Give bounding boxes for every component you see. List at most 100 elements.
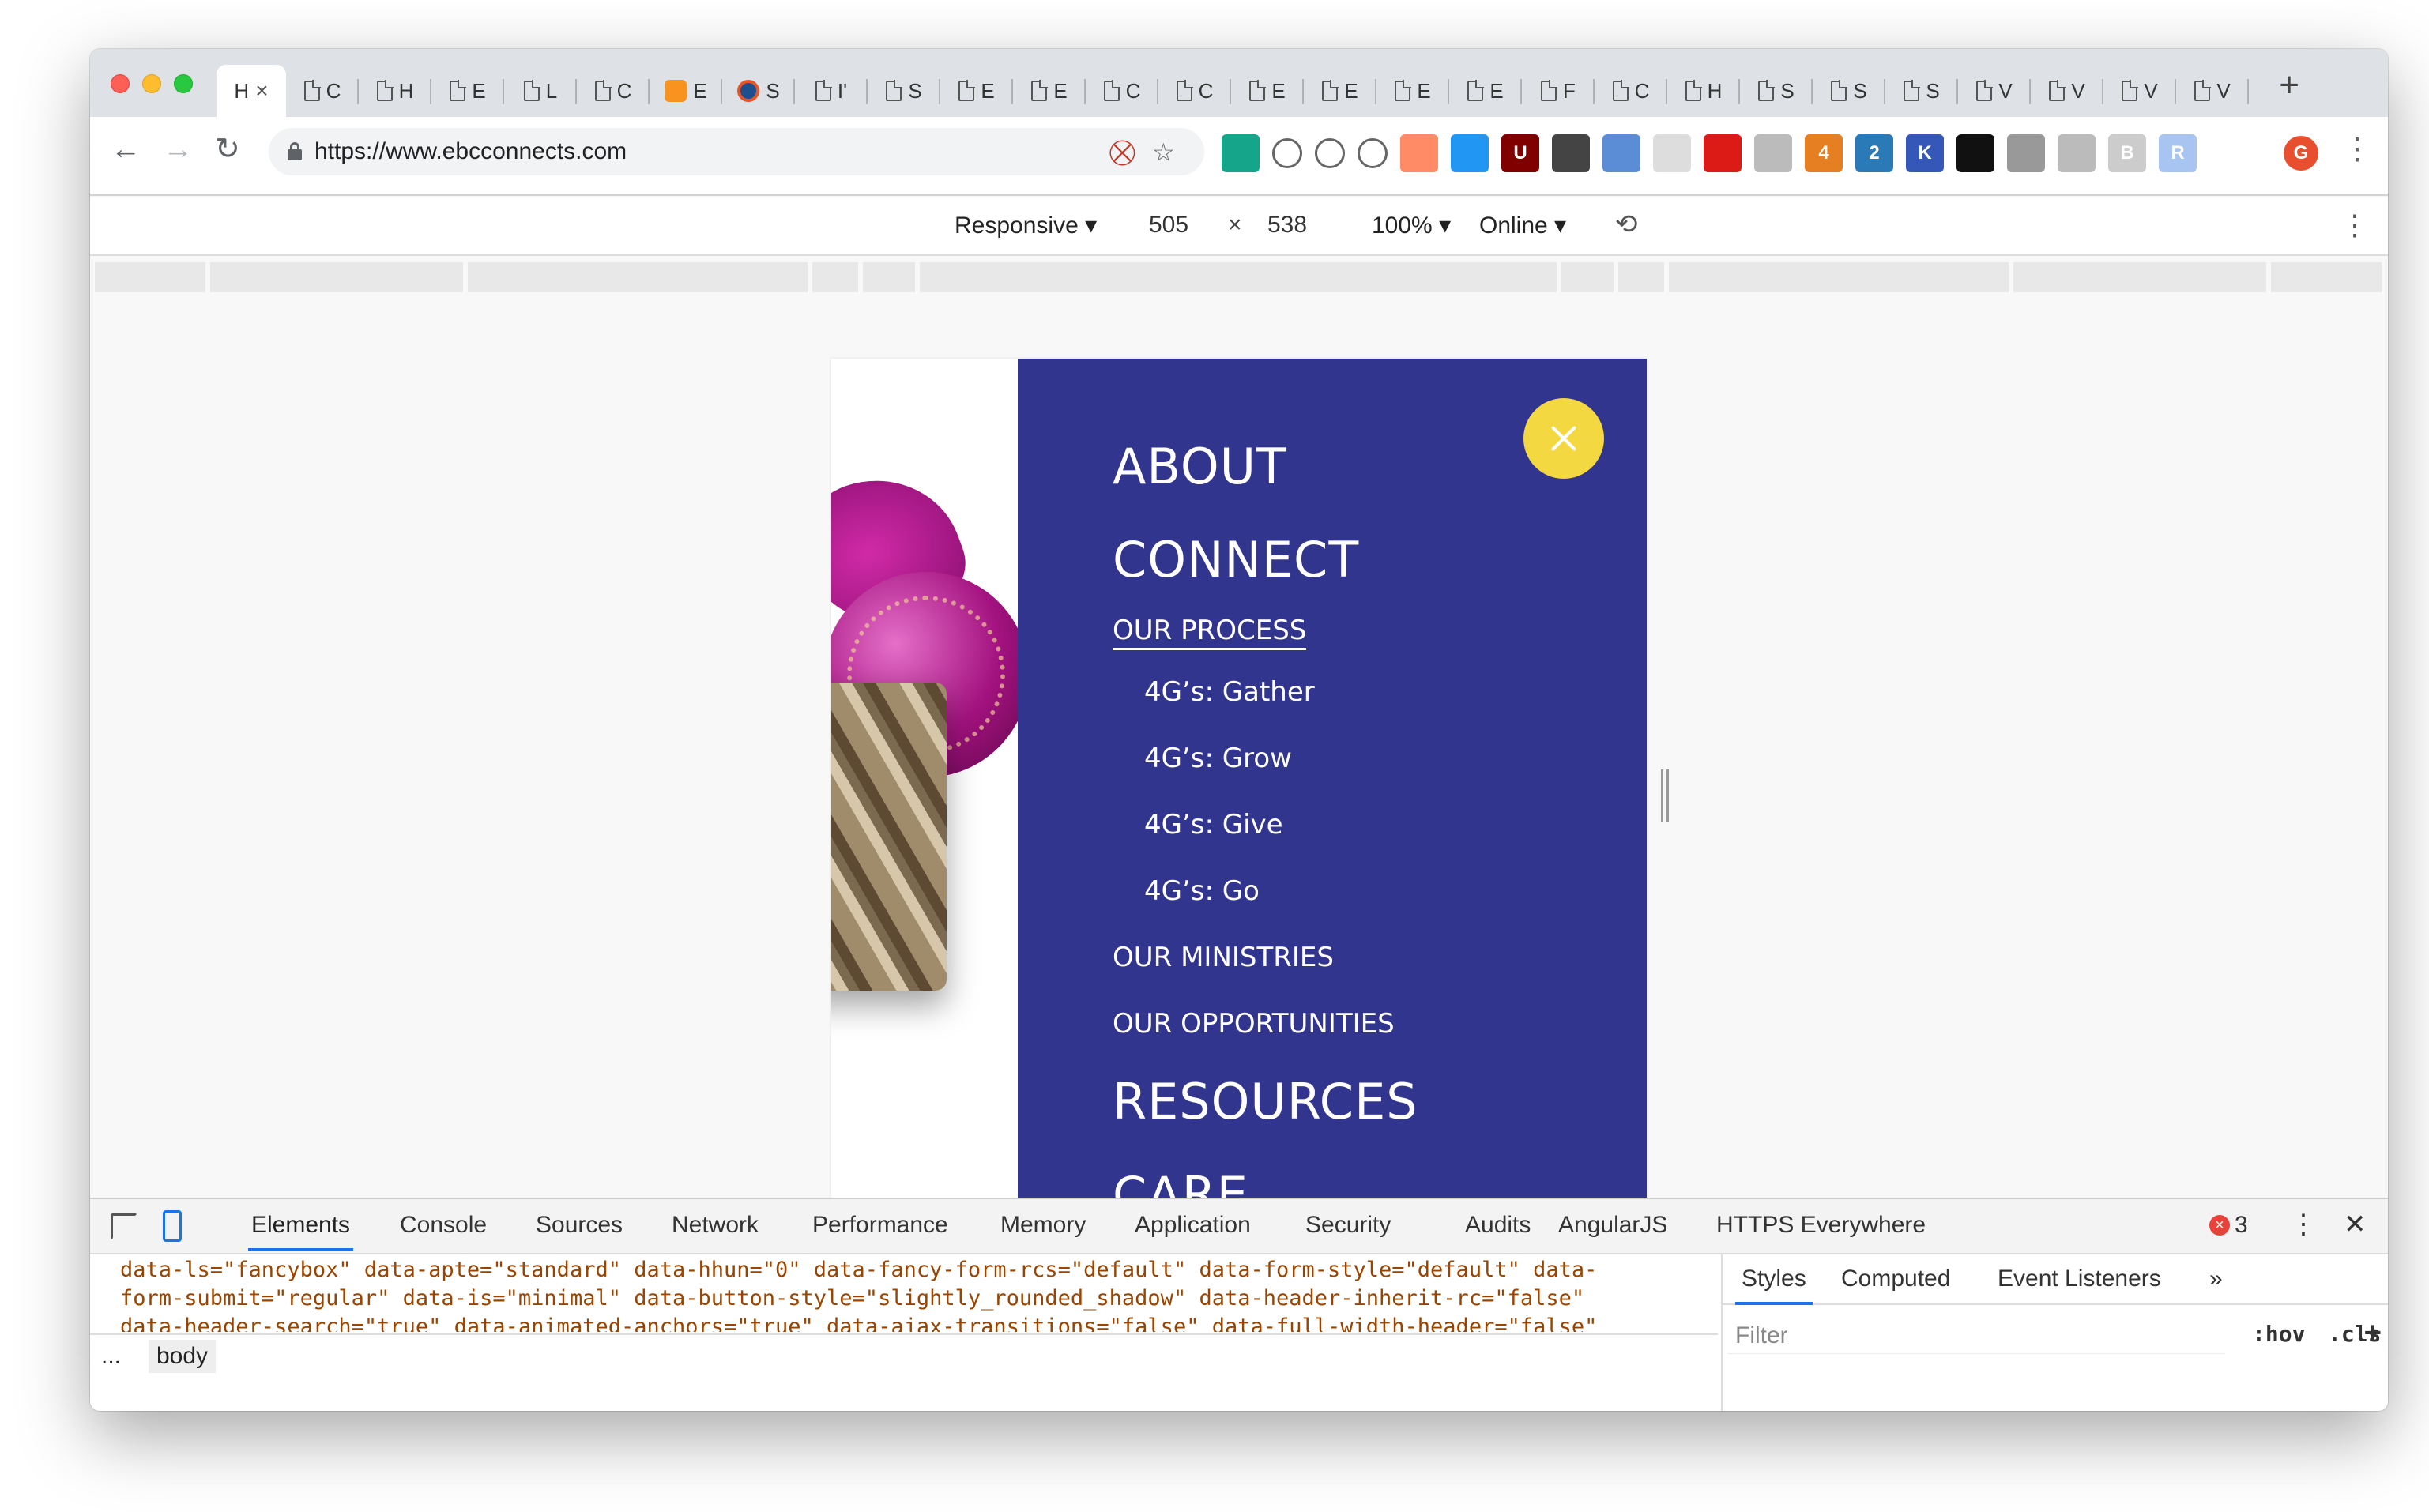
- devtools-tab-memory[interactable]: Memory: [1000, 1212, 1086, 1239]
- tab-active[interactable]: H ×: [217, 65, 286, 117]
- menu-item-resources[interactable]: RESOURCES: [1113, 1073, 1418, 1130]
- tab-9[interactable]: S: [868, 65, 940, 117]
- new-tab-button[interactable]: +: [2279, 68, 2299, 103]
- forward-arrow-icon[interactable]: →: [163, 134, 193, 164]
- extension-orange-icon[interactable]: [1400, 134, 1438, 172]
- k-icon[interactable]: K: [1906, 134, 1944, 172]
- close-window-button[interactable]: [111, 74, 130, 93]
- extension-grey-icon[interactable]: [1754, 134, 1792, 172]
- menu-item-give[interactable]: 4G’s: Give: [1144, 809, 1283, 841]
- tab-4[interactable]: L: [504, 65, 577, 117]
- angular-icon[interactable]: [1704, 134, 1742, 172]
- devtools-tab-console[interactable]: Console: [400, 1212, 487, 1239]
- media-query-segment[interactable]: [95, 262, 205, 292]
- tab-7[interactable]: S: [722, 65, 795, 117]
- tab-17[interactable]: E: [1449, 65, 1522, 117]
- tab-6[interactable]: E: [650, 65, 722, 117]
- width-input[interactable]: 505: [1141, 207, 1228, 245]
- extension-r-icon[interactable]: R: [2159, 134, 2197, 172]
- media-query-segment[interactable]: [210, 262, 463, 292]
- wordpress-icon[interactable]: [1315, 138, 1345, 168]
- device-options-icon[interactable]: ⋮: [2341, 209, 2369, 242]
- tab-19[interactable]: C: [1595, 65, 1667, 117]
- chat-icon[interactable]: [2058, 134, 2096, 172]
- extension-circle-icon[interactable]: [1602, 134, 1640, 172]
- maximize-window-button[interactable]: [174, 74, 193, 93]
- bookmark-star-icon[interactable]: ☆: [1152, 137, 1175, 167]
- height-input[interactable]: 538: [1260, 207, 1346, 245]
- tab-25[interactable]: V: [2031, 65, 2103, 117]
- media-query-segment[interactable]: [1618, 262, 1664, 292]
- styles-tab-event-listeners[interactable]: Event Listeners: [1998, 1266, 2161, 1292]
- zoom-select[interactable]: 100% ▾: [1372, 212, 1451, 239]
- devtools-tab-security[interactable]: Security: [1305, 1212, 1391, 1239]
- close-menu-button[interactable]: [1523, 398, 1604, 479]
- extension-black-icon[interactable]: [1956, 134, 1994, 172]
- breadcrumb-body[interactable]: body: [149, 1340, 217, 1373]
- tab-14[interactable]: E: [1231, 65, 1304, 117]
- tab-26[interactable]: V: [2103, 65, 2176, 117]
- tab-1[interactable]: C: [286, 65, 359, 117]
- camera-icon[interactable]: [2007, 134, 2045, 172]
- devtools-tab-application[interactable]: Application: [1135, 1212, 1251, 1239]
- new-style-rule-button[interactable]: +: [2364, 1316, 2382, 1348]
- tab-23[interactable]: S: [1885, 65, 1958, 117]
- right-resize-handle[interactable]: [1661, 769, 1669, 822]
- devtools-tab-sources[interactable]: Sources: [536, 1212, 623, 1239]
- breadcrumb-ellipsis[interactable]: ...: [101, 1343, 121, 1370]
- devtools-tab-audits[interactable]: Audits: [1465, 1212, 1531, 1239]
- devtools-tab-network[interactable]: Network: [672, 1212, 759, 1239]
- media-query-segment[interactable]: [920, 262, 1557, 292]
- hover-state-button[interactable]: :hov: [2252, 1321, 2305, 1347]
- tab-5[interactable]: C: [577, 65, 650, 117]
- menu-item-our-process[interactable]: OUR PROCESS: [1113, 615, 1307, 650]
- minimize-window-button[interactable]: [142, 74, 161, 93]
- pocket-icon[interactable]: [1552, 134, 1590, 172]
- network-select[interactable]: Online ▾: [1479, 212, 1566, 239]
- tab-11[interactable]: E: [1013, 65, 1086, 117]
- devtools-tab-elements[interactable]: Elements: [247, 1212, 354, 1251]
- extension-blue-icon[interactable]: [1451, 134, 1489, 172]
- more-tabs-icon[interactable]: »: [2209, 1266, 2223, 1292]
- devtools-tab-angularjs[interactable]: AngularJS: [1558, 1212, 1667, 1239]
- tab-12[interactable]: C: [1086, 65, 1158, 117]
- device-toggle-icon[interactable]: [163, 1210, 182, 1242]
- menu-item-grow[interactable]: 4G’s: Grow: [1144, 743, 1292, 774]
- media-query-segment[interactable]: [812, 262, 858, 292]
- menu-item-go[interactable]: 4G’s: Go: [1144, 875, 1260, 907]
- tab-8[interactable]: I': [795, 65, 868, 117]
- tab-20[interactable]: H: [1667, 65, 1740, 117]
- media-query-segment[interactable]: [863, 262, 915, 292]
- styles-tab-styles[interactable]: Styles: [1735, 1266, 1813, 1305]
- tab-13[interactable]: C: [1158, 65, 1231, 117]
- media-query-segment[interactable]: [2013, 262, 2266, 292]
- tab-27[interactable]: V: [2176, 65, 2249, 117]
- back-arrow-icon[interactable]: ←: [111, 134, 141, 164]
- media-query-segment[interactable]: [468, 262, 808, 292]
- menu-item-gather[interactable]: 4G’s: Gather: [1144, 676, 1315, 708]
- devtools-tab-https-everywhere[interactable]: HTTPS Everywhere: [1716, 1212, 1926, 1239]
- tab-15[interactable]: E: [1304, 65, 1376, 117]
- device-select[interactable]: Responsive ▾: [955, 212, 1097, 239]
- extension-badge-4-icon[interactable]: 4: [1805, 134, 1843, 172]
- ublock-icon[interactable]: U: [1501, 134, 1539, 172]
- menu-item-about[interactable]: ABOUT: [1113, 438, 1287, 495]
- styles-filter-input[interactable]: Filter: [1727, 1316, 2225, 1354]
- devtools-menu-icon[interactable]: ⋮: [2290, 1209, 2317, 1240]
- media-query-segment[interactable]: [1561, 262, 1614, 292]
- tab-18[interactable]: F: [1522, 65, 1595, 117]
- menu-item-ministries[interactable]: OUR MINISTRIES: [1113, 942, 1334, 973]
- tab-2[interactable]: H: [359, 65, 431, 117]
- rotate-icon[interactable]: ⟲: [1615, 209, 1638, 240]
- close-tab-icon[interactable]: ×: [255, 78, 268, 103]
- url-text[interactable]: https://www.ebcconnects.com: [314, 138, 627, 165]
- extension-green-icon[interactable]: [1222, 134, 1260, 172]
- tab-22[interactable]: S: [1813, 65, 1885, 117]
- address-bar[interactable]: https://www.ebcconnects.com ⛒ ☆: [269, 128, 1204, 175]
- tab-16[interactable]: E: [1376, 65, 1449, 117]
- extension-badge-2-icon[interactable]: 2: [1855, 134, 1893, 172]
- styles-tab-computed[interactable]: Computed: [1841, 1266, 1950, 1292]
- devtools-tab-performance[interactable]: Performance: [812, 1212, 948, 1239]
- reload-icon[interactable]: ↻: [215, 134, 240, 164]
- extension-b-icon[interactable]: B: [2108, 134, 2146, 172]
